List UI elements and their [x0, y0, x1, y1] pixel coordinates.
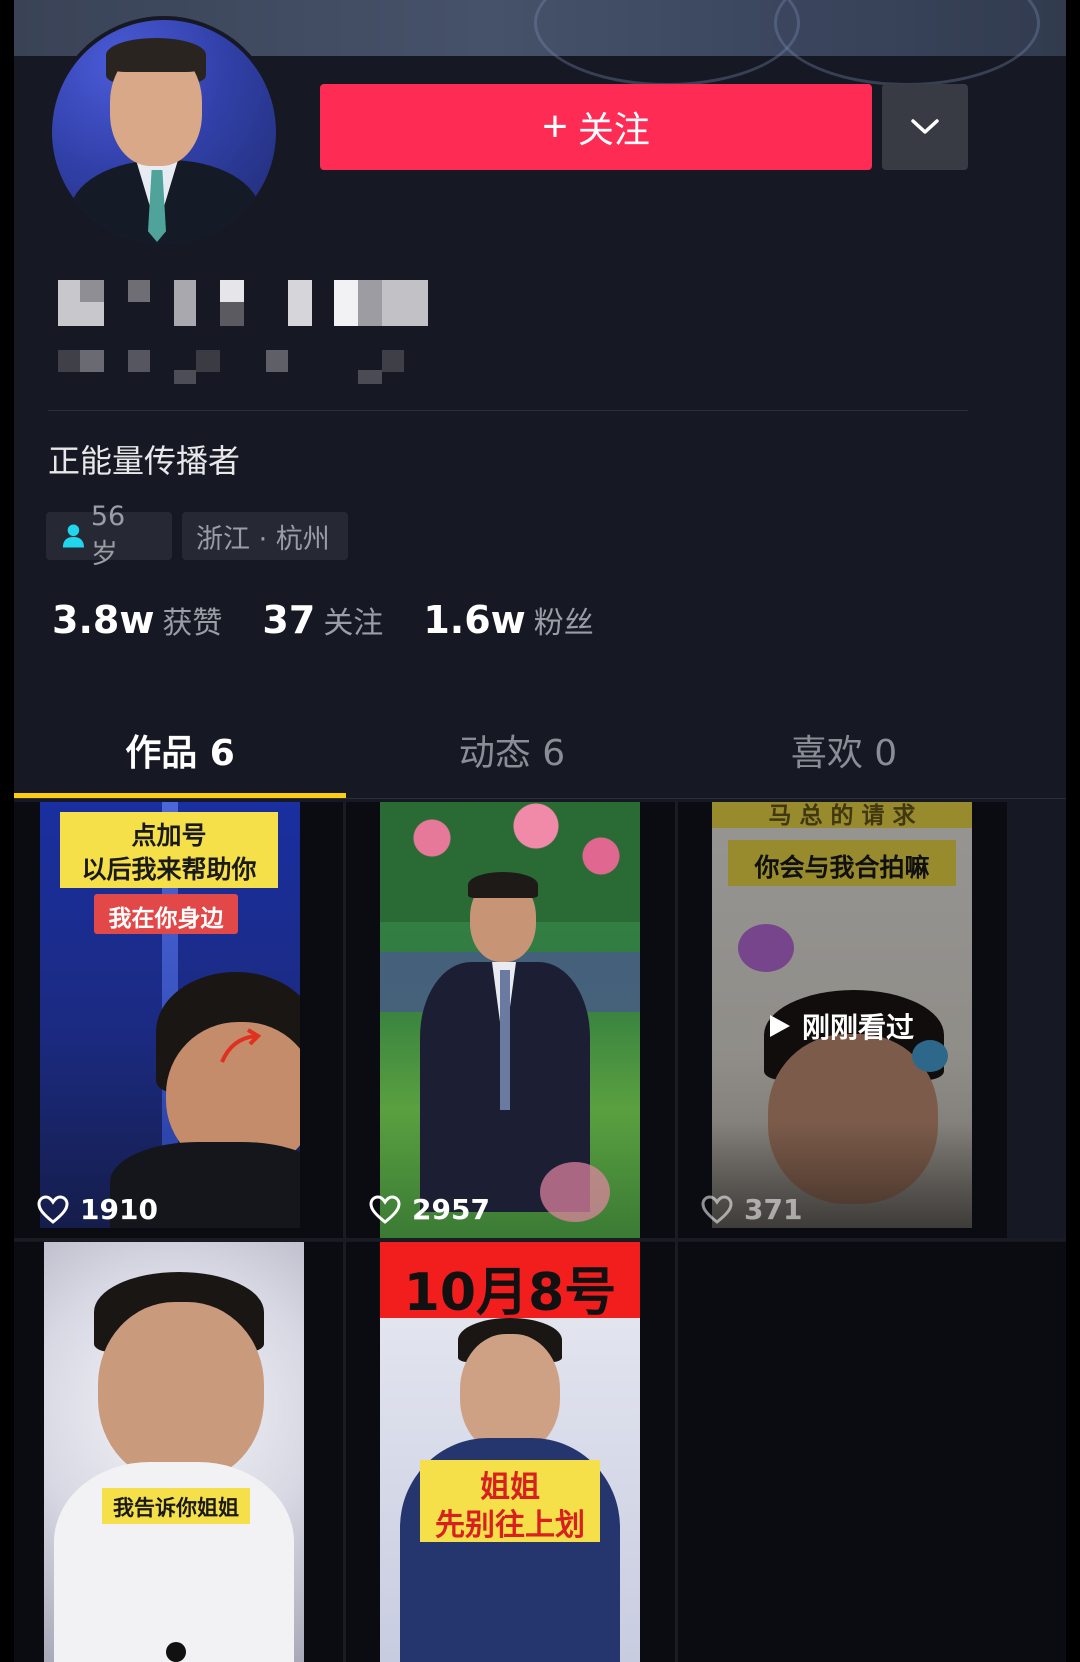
video-likes: 371	[700, 1193, 802, 1226]
play-icon	[770, 1015, 790, 1037]
likes-label[interactable]: 获赞	[162, 598, 222, 642]
video-thumbnail: 点加号 以后我来帮助你 我在你身边	[40, 802, 300, 1228]
profile-bio: 正能量传播者	[48, 442, 241, 480]
cover-decoration	[774, 0, 1040, 86]
avatar[interactable]	[48, 16, 280, 248]
video-caption: 10月8号	[403, 1263, 617, 1323]
grid-separator	[14, 1238, 1066, 1241]
video-card[interactable]: 马 总 的 请 求 你会与我合拍嘛 刚刚看过 371	[678, 802, 1007, 1240]
video-likes: 2957	[368, 1193, 490, 1226]
location-tag: 浙江 · 杭州	[182, 512, 348, 560]
video-card[interactable]: 我告诉你姐姐	[14, 1242, 343, 1662]
video-grid: 点加号 以后我来帮助你 我在你身边 1910 2957 马 总 的 请 求 你会…	[14, 802, 1066, 1662]
grid-separator	[675, 802, 678, 1662]
likes-count[interactable]: 3.8w	[52, 598, 154, 642]
video-caption: 先别往上划	[435, 1508, 585, 1543]
tab-moments[interactable]: 动态 6	[346, 700, 678, 800]
location-tag-label: 浙江 · 杭州	[196, 523, 330, 555]
profile-page: + 关注 正能量传播者 56 岁 浙江 · 杭州 3.8w 获赞 37 关注 1…	[14, 0, 1066, 1662]
cover-decoration	[534, 0, 800, 86]
video-caption: 我在你身边	[108, 906, 224, 932]
avatar-image	[52, 20, 276, 244]
video-caption: 以后我来帮助你	[81, 855, 257, 884]
tabs-divider	[14, 798, 1066, 799]
video-likes-count: 2957	[412, 1193, 490, 1226]
follow-button[interactable]: + 关注	[320, 84, 872, 170]
empty-grid-slot	[678, 1242, 1066, 1662]
recently-viewed-label: 刚刚看过	[768, 1006, 914, 1046]
video-card[interactable]: 2957	[346, 802, 675, 1240]
video-card[interactable]: 10月8号 姐姐 先别往上划	[346, 1242, 675, 1662]
profile-stats: 3.8w 获赞 37 关注 1.6w 粉丝	[52, 598, 634, 642]
chevron-down-icon	[911, 119, 939, 134]
video-thumbnail: 10月8号 姐姐 先别往上划	[380, 1242, 640, 1662]
heart-outline-icon	[369, 1194, 401, 1224]
video-card[interactable]: 点加号 以后我来帮助你 我在你身边 1910	[14, 802, 343, 1240]
video-caption: 点加号	[131, 821, 207, 850]
following-label[interactable]: 关注	[323, 598, 383, 642]
age-tag-label: 56 岁	[90, 501, 126, 570]
video-likes: 1910	[36, 1193, 158, 1226]
age-tag: 56 岁	[46, 501, 172, 570]
redacted-nickname	[54, 268, 454, 338]
video-likes-count: 371	[744, 1193, 803, 1226]
follow-button-label: 关注	[577, 109, 650, 150]
heart-outline-icon	[37, 1194, 69, 1224]
more-options-button[interactable]	[882, 84, 968, 170]
plus-icon: +	[542, 102, 568, 151]
person-icon	[62, 524, 84, 548]
grid-separator	[343, 802, 346, 1662]
profile-tabs: 作品 6 动态 6 喜欢 0	[14, 700, 1066, 800]
tab-works[interactable]: 作品 6	[14, 700, 346, 800]
tab-likes[interactable]: 喜欢 0	[678, 700, 1010, 800]
redacted-user-id	[54, 346, 454, 390]
video-thumbnail	[380, 802, 640, 1240]
following-count[interactable]: 37	[262, 598, 315, 642]
heart-outline-icon	[701, 1194, 733, 1224]
followers-label[interactable]: 粉丝	[534, 598, 594, 642]
profile-divider	[48, 410, 968, 411]
video-likes-count: 1910	[80, 1193, 158, 1226]
video-thumbnail: 我告诉你姐姐	[44, 1242, 304, 1662]
followers-count[interactable]: 1.6w	[423, 598, 525, 642]
video-caption: 我告诉你姐姐	[113, 1496, 239, 1520]
